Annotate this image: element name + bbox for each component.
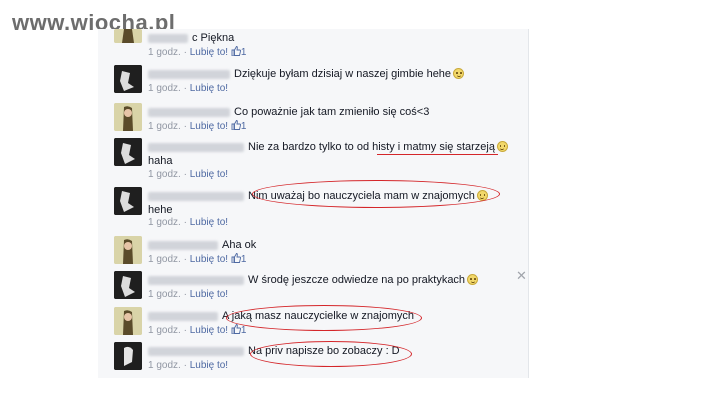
comment-time[interactable]: 1 godz. [148, 217, 181, 228]
avatar[interactable] [114, 271, 142, 299]
smiley-icon [476, 190, 488, 201]
like-count[interactable]: 1 [241, 325, 247, 336]
avatar[interactable] [114, 236, 142, 264]
like-link[interactable]: Lubię to! [190, 360, 228, 371]
comment-meta: 1 godz. · Lubię to! 1 [148, 324, 247, 336]
comment-text: Dziękuje byłam dzisiaj w naszej gimbie h… [234, 68, 452, 80]
comment-time[interactable]: 1 godz. [148, 169, 181, 180]
avatar[interactable] [114, 187, 142, 215]
comment-text: Nim uważaj bo nauczyciela mam w znajomyc… [248, 190, 475, 202]
thumbs-up-icon [231, 46, 241, 56]
author-name[interactable] [148, 107, 230, 117]
comment-text: Aha ok [222, 239, 257, 251]
comment-meta: 1 godz. · Lubię to! [148, 169, 229, 180]
comment-meta: 1 godz. · Lubię to! 1 [148, 46, 247, 58]
comment-time[interactable]: 1 godz. [148, 121, 181, 132]
author-name[interactable] [148, 191, 244, 201]
like-link[interactable]: Lubię to! [190, 47, 228, 58]
avatar[interactable] [114, 65, 142, 93]
thumbs-up-icon [231, 324, 241, 334]
comment-meta: 1 godz. · Lubię to! [148, 217, 229, 228]
comment-text-line2: hehe [148, 204, 173, 216]
author-name[interactable] [148, 69, 230, 79]
comment-text: A jaką masz nauczycielke w znajomych [222, 310, 414, 322]
avatar[interactable] [114, 138, 142, 166]
comment-meta: 1 godz. · Lubię to! [148, 83, 229, 94]
like-count[interactable]: 1 [241, 47, 247, 58]
comment-meta: 1 godz. · Lubię to! [148, 289, 229, 300]
like-link[interactable]: Lubię to! [190, 217, 228, 228]
comment-meta: 1 godz. · Lubię to! [148, 360, 229, 371]
like-link[interactable]: Lubię to! [190, 289, 228, 300]
like-link[interactable]: Lubię to! [190, 254, 228, 265]
comment-time[interactable]: 1 godz. [148, 254, 181, 265]
close-icon[interactable]: ✕ [516, 268, 527, 284]
like-link[interactable]: Lubię to! [190, 121, 228, 132]
like-link[interactable]: Lubię to! [190, 83, 228, 94]
avatar[interactable] [114, 103, 142, 131]
avatar[interactable] [114, 307, 142, 335]
smiley-icon [453, 68, 465, 79]
comment-text: c Piękna [192, 32, 235, 44]
comment-meta: 1 godz. · Lubię to! 1 [148, 120, 247, 132]
author-name[interactable] [148, 240, 218, 250]
author-name[interactable] [148, 275, 244, 285]
avatar[interactable] [114, 342, 142, 370]
comment-text: Nie za bardzo tylko to od histy i matmy … [248, 141, 495, 153]
like-link[interactable]: Lubię to! [190, 169, 228, 180]
author-name[interactable] [148, 346, 244, 356]
comment-text: Co poważnie jak tam zmieniło się coś<3 [234, 106, 430, 118]
like-count[interactable]: 1 [241, 121, 247, 132]
smiley-icon [467, 274, 479, 285]
like-count[interactable]: 1 [241, 254, 247, 265]
comment-meta: 1 godz. · Lubię to! 1 [148, 253, 247, 265]
avatar[interactable] [114, 29, 142, 43]
author-name[interactable] [148, 33, 188, 43]
comment-time[interactable]: 1 godz. [148, 83, 181, 94]
author-name[interactable] [148, 142, 244, 152]
comment-time[interactable]: 1 godz. [148, 360, 181, 371]
comment-time[interactable]: 1 godz. [148, 47, 181, 58]
comment-time[interactable]: 1 godz. [148, 325, 181, 336]
smiley-icon [496, 141, 508, 152]
comment-text: W środę jeszcze odwiedze na po praktykac… [248, 274, 466, 286]
comments-panel: c Piękna 1 godz. · Lubię to! 1 Dziękuje … [98, 29, 529, 378]
author-name[interactable] [148, 311, 218, 321]
thumbs-up-icon [231, 253, 241, 263]
like-link[interactable]: Lubię to! [190, 325, 228, 336]
comment-text-line2: haha [148, 155, 173, 167]
comment-text: Na priv napisze bo zobaczy : D [248, 345, 400, 357]
comment-time[interactable]: 1 godz. [148, 289, 181, 300]
thumbs-up-icon [231, 120, 241, 130]
